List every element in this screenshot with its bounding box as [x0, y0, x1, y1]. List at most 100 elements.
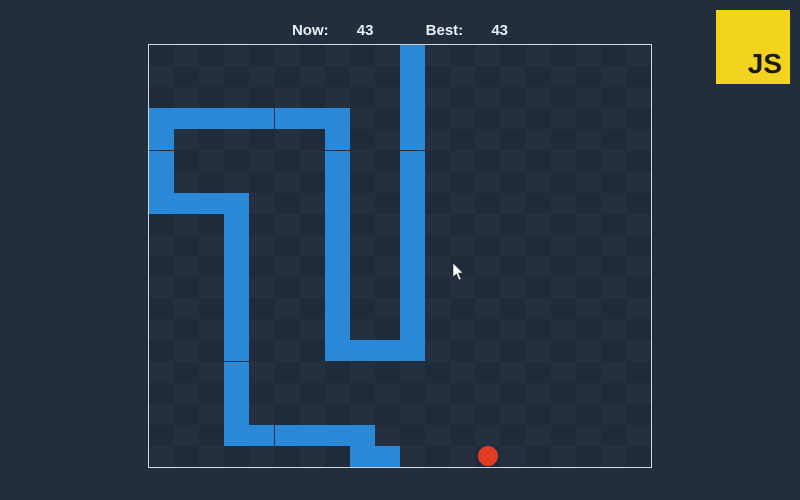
board-cell [601, 214, 626, 235]
board-cell [450, 277, 475, 298]
snake-segment [325, 277, 350, 298]
snake-segment [275, 425, 300, 446]
board-cell [174, 298, 199, 319]
board-cell [500, 214, 525, 235]
board-cell [350, 404, 375, 425]
board-cell [224, 87, 249, 108]
board-cell [425, 193, 450, 214]
board-cell [576, 66, 601, 87]
board-cell [275, 446, 300, 467]
snake-segment [224, 425, 249, 446]
snake-segment [325, 235, 350, 256]
game-board[interactable] [148, 44, 652, 468]
snake-segment [325, 256, 350, 277]
board-cell [325, 362, 350, 383]
board-cell [450, 425, 475, 446]
snake-segment [400, 298, 425, 319]
board-cell [626, 193, 651, 214]
board-cell [551, 383, 576, 404]
board-cell [174, 129, 199, 150]
snake-segment [149, 172, 174, 193]
board-cell [174, 319, 199, 340]
board-cell [450, 383, 475, 404]
board-cell [601, 425, 626, 446]
board-cell [249, 362, 274, 383]
board-cell [526, 277, 551, 298]
board-cell [199, 340, 224, 361]
board-cell [626, 214, 651, 235]
board-cell [526, 235, 551, 256]
board-cell [275, 362, 300, 383]
board-cell [199, 383, 224, 404]
board-cell [551, 129, 576, 150]
board-cell [626, 235, 651, 256]
board-cell [475, 425, 500, 446]
board-cell [500, 45, 525, 66]
board-cell [149, 298, 174, 319]
board-cell [450, 235, 475, 256]
board-cell [375, 193, 400, 214]
board-cell [174, 151, 199, 172]
board-cell [425, 362, 450, 383]
board-cell [601, 446, 626, 467]
snake-segment [400, 256, 425, 277]
snake-segment [174, 108, 199, 129]
board-cell [300, 193, 325, 214]
snake-segment [325, 214, 350, 235]
board-cell [249, 66, 274, 87]
board-cell [626, 362, 651, 383]
snake-segment [149, 151, 174, 172]
board-cell [576, 362, 601, 383]
board-cell [249, 193, 274, 214]
board-cell [475, 66, 500, 87]
snake-segment [375, 446, 400, 467]
board-cell [275, 129, 300, 150]
board-cell [174, 214, 199, 235]
snake-segment [224, 277, 249, 298]
board-cell [475, 277, 500, 298]
board-cell [601, 151, 626, 172]
board-cell [500, 425, 525, 446]
board-cell [375, 404, 400, 425]
snake-segment [400, 66, 425, 87]
board-cell [375, 235, 400, 256]
board-cell [375, 383, 400, 404]
board-cell [551, 319, 576, 340]
board-cell [249, 319, 274, 340]
snake-segment [224, 214, 249, 235]
board-cell [450, 446, 475, 467]
board-cell [500, 404, 525, 425]
board-cell [601, 108, 626, 129]
snake-segment [350, 340, 375, 361]
snake-segment [400, 87, 425, 108]
board-cell [450, 129, 475, 150]
board-cell [576, 172, 601, 193]
board-cell [199, 256, 224, 277]
board-cell [400, 362, 425, 383]
board-cell [626, 319, 651, 340]
snake-segment [224, 340, 249, 361]
board-cell [450, 214, 475, 235]
board-cell [149, 66, 174, 87]
board-cell [375, 277, 400, 298]
board-cell [526, 446, 551, 467]
board-cell [450, 108, 475, 129]
board-cell [275, 298, 300, 319]
board-cell [300, 66, 325, 87]
board-cell [475, 45, 500, 66]
board-cell [300, 87, 325, 108]
board-cell [425, 256, 450, 277]
board-cell [350, 87, 375, 108]
board-cell [149, 87, 174, 108]
board-cell [576, 214, 601, 235]
board-cell [551, 193, 576, 214]
board-cell [626, 383, 651, 404]
board-cell [275, 151, 300, 172]
board-cell [375, 151, 400, 172]
board-cell [350, 108, 375, 129]
board-cell [500, 151, 525, 172]
score-now: Now: 43 [280, 22, 390, 39]
board-cell [626, 298, 651, 319]
board-cell [526, 172, 551, 193]
board-cell [626, 446, 651, 467]
